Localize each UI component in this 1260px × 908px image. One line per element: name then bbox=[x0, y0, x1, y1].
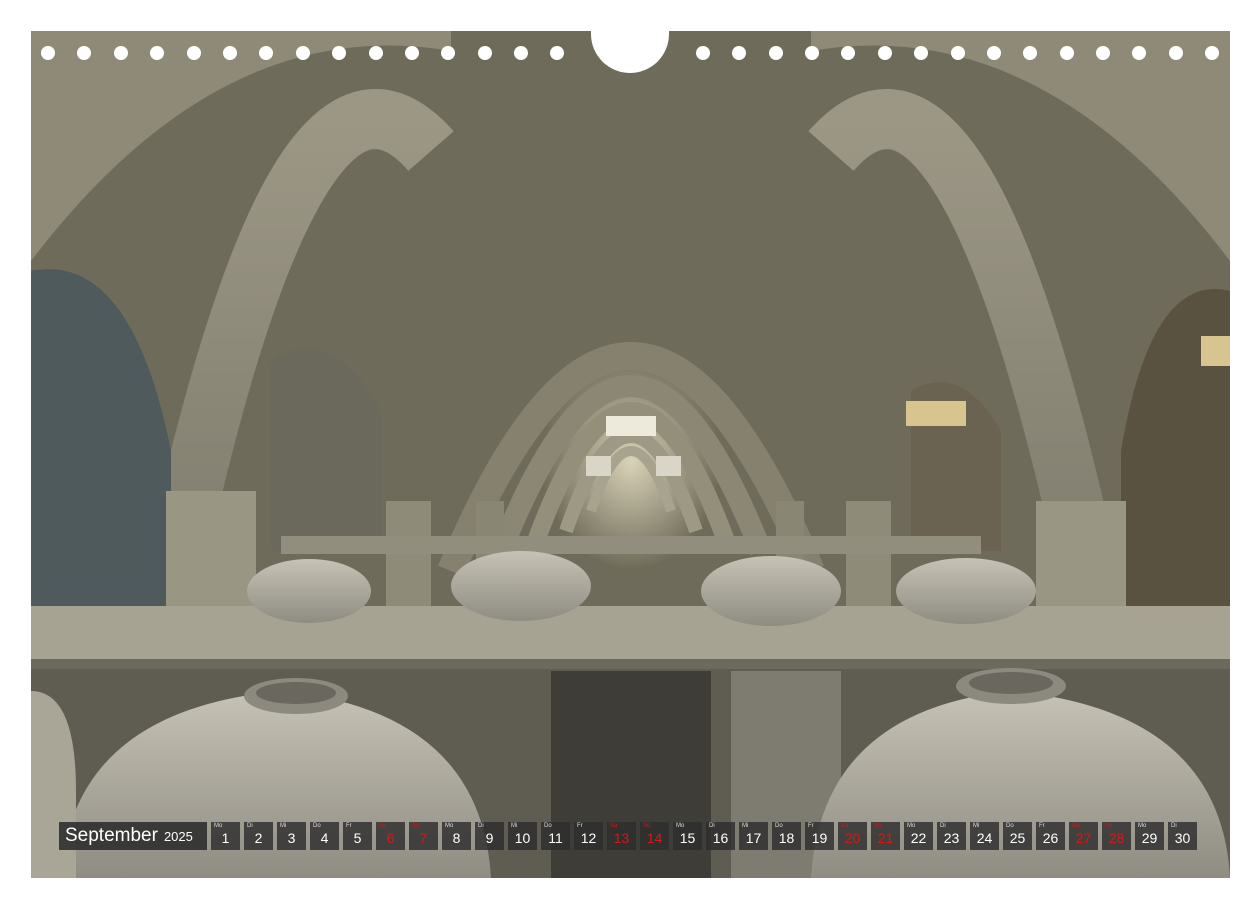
weekday-label: Fr bbox=[808, 823, 814, 829]
weekday-label: So bbox=[1105, 823, 1113, 829]
day-number: 13 bbox=[613, 830, 630, 846]
calendar-page: September 2025 Mo 1 Di 2 Mi 3 Do 4 Fr 5 Sa 6 So 7 Mo 8 D… bbox=[0, 0, 1260, 908]
day-cell: Do 18 bbox=[772, 822, 801, 850]
day-number: 23 bbox=[943, 830, 960, 846]
weekday-label: Di bbox=[247, 823, 253, 829]
day-cell: Mo 22 bbox=[904, 822, 933, 850]
weekday-label: Mo bbox=[1138, 823, 1147, 829]
weekday-label: Di bbox=[709, 823, 715, 829]
day-number: 21 bbox=[877, 830, 894, 846]
weekday-label: Mo bbox=[676, 823, 685, 829]
day-cell: Di 23 bbox=[937, 822, 966, 850]
day-cell: Mi 3 bbox=[277, 822, 306, 850]
month-label-box: September 2025 bbox=[59, 822, 207, 850]
calendar-strip: September 2025 Mo 1 Di 2 Mi 3 Do 4 Fr 5 Sa 6 So 7 Mo 8 D… bbox=[59, 822, 1201, 850]
weekday-label: So bbox=[874, 823, 882, 829]
weekday-label: Sa bbox=[379, 823, 387, 829]
day-number: 14 bbox=[646, 830, 663, 846]
day-number: 1 bbox=[221, 830, 230, 846]
weekday-label: So bbox=[412, 823, 420, 829]
day-number: 3 bbox=[287, 830, 296, 846]
day-number: 30 bbox=[1174, 830, 1191, 846]
day-number: 26 bbox=[1042, 830, 1059, 846]
day-cell: Sa 13 bbox=[607, 822, 636, 850]
day-cell: Mo 29 bbox=[1135, 822, 1164, 850]
weekday-label: Mi bbox=[742, 823, 749, 829]
day-cell: Di 2 bbox=[244, 822, 273, 850]
weekday-label: Sa bbox=[1072, 823, 1080, 829]
day-number: 9 bbox=[485, 830, 494, 846]
day-number: 2 bbox=[254, 830, 263, 846]
day-cell: Mi 24 bbox=[970, 822, 999, 850]
day-number: 16 bbox=[712, 830, 729, 846]
weekday-label: Do bbox=[1006, 823, 1014, 829]
day-number: 11 bbox=[548, 830, 563, 846]
day-number: 5 bbox=[353, 830, 362, 846]
day-cell: So 28 bbox=[1102, 822, 1131, 850]
weekday-label: Mo bbox=[445, 823, 454, 829]
weekday-label: Di bbox=[1171, 823, 1177, 829]
day-cell: Sa 20 bbox=[838, 822, 867, 850]
photo-illustration bbox=[31, 31, 1230, 878]
day-cell: Mi 10 bbox=[508, 822, 537, 850]
weekday-label: Di bbox=[478, 823, 484, 829]
day-number: 12 bbox=[580, 830, 597, 846]
weekday-label: Sa bbox=[610, 823, 618, 829]
day-number: 28 bbox=[1108, 830, 1125, 846]
day-cell: Sa 6 bbox=[376, 822, 405, 850]
weekday-label: Do bbox=[775, 823, 783, 829]
day-cell: Di 30 bbox=[1168, 822, 1197, 850]
day-cell: Mo 1 bbox=[211, 822, 240, 850]
day-number: 25 bbox=[1009, 830, 1026, 846]
weekday-label: Do bbox=[313, 823, 321, 829]
day-number: 6 bbox=[386, 830, 395, 846]
weekday-label: Mi bbox=[511, 823, 518, 829]
day-cell: Di 16 bbox=[706, 822, 735, 850]
day-number: 8 bbox=[452, 830, 461, 846]
day-number: 20 bbox=[844, 830, 861, 846]
day-cell: So 7 bbox=[409, 822, 438, 850]
day-number: 18 bbox=[778, 830, 795, 846]
weekday-label: Di bbox=[940, 823, 946, 829]
cellar-arches-photo bbox=[31, 31, 1230, 878]
weekday-label: Fr bbox=[1039, 823, 1045, 829]
day-cell: Fr 5 bbox=[343, 822, 372, 850]
weekday-label: Mo bbox=[907, 823, 916, 829]
day-cell: Mo 8 bbox=[442, 822, 471, 850]
day-cell: So 21 bbox=[871, 822, 900, 850]
day-number: 10 bbox=[514, 830, 531, 846]
day-number: 7 bbox=[419, 830, 428, 846]
weekday-label: Mo bbox=[214, 823, 223, 829]
day-cell: Do 25 bbox=[1003, 822, 1032, 850]
weekday-label: Mi bbox=[973, 823, 980, 829]
weekday-label: Fr bbox=[577, 823, 583, 829]
day-number: 4 bbox=[320, 830, 329, 846]
day-cell: Do 11 bbox=[541, 822, 570, 850]
day-cell: Fr 26 bbox=[1036, 822, 1065, 850]
weekday-label: Sa bbox=[841, 823, 849, 829]
day-cell: Fr 19 bbox=[805, 822, 834, 850]
weekday-label: Fr bbox=[346, 823, 352, 829]
weekday-label: Mi bbox=[280, 823, 287, 829]
weekday-label: Do bbox=[544, 823, 552, 829]
day-number: 27 bbox=[1075, 830, 1092, 846]
day-number: 17 bbox=[745, 830, 762, 846]
day-number: 29 bbox=[1141, 830, 1158, 846]
day-number: 24 bbox=[976, 830, 993, 846]
day-cell: Mo 15 bbox=[673, 822, 702, 850]
day-number: 19 bbox=[811, 830, 828, 846]
day-cell: Fr 12 bbox=[574, 822, 603, 850]
day-cell: So 14 bbox=[640, 822, 669, 850]
weekday-label: So bbox=[643, 823, 651, 829]
day-number: 22 bbox=[910, 830, 927, 846]
day-cell: Do 4 bbox=[310, 822, 339, 850]
day-cell: Mi 17 bbox=[739, 822, 768, 850]
day-cell: Di 9 bbox=[475, 822, 504, 850]
day-cell: Sa 27 bbox=[1069, 822, 1098, 850]
month-name: September bbox=[65, 825, 158, 846]
year-label: 2025 bbox=[163, 828, 193, 844]
day-number: 15 bbox=[679, 830, 696, 846]
